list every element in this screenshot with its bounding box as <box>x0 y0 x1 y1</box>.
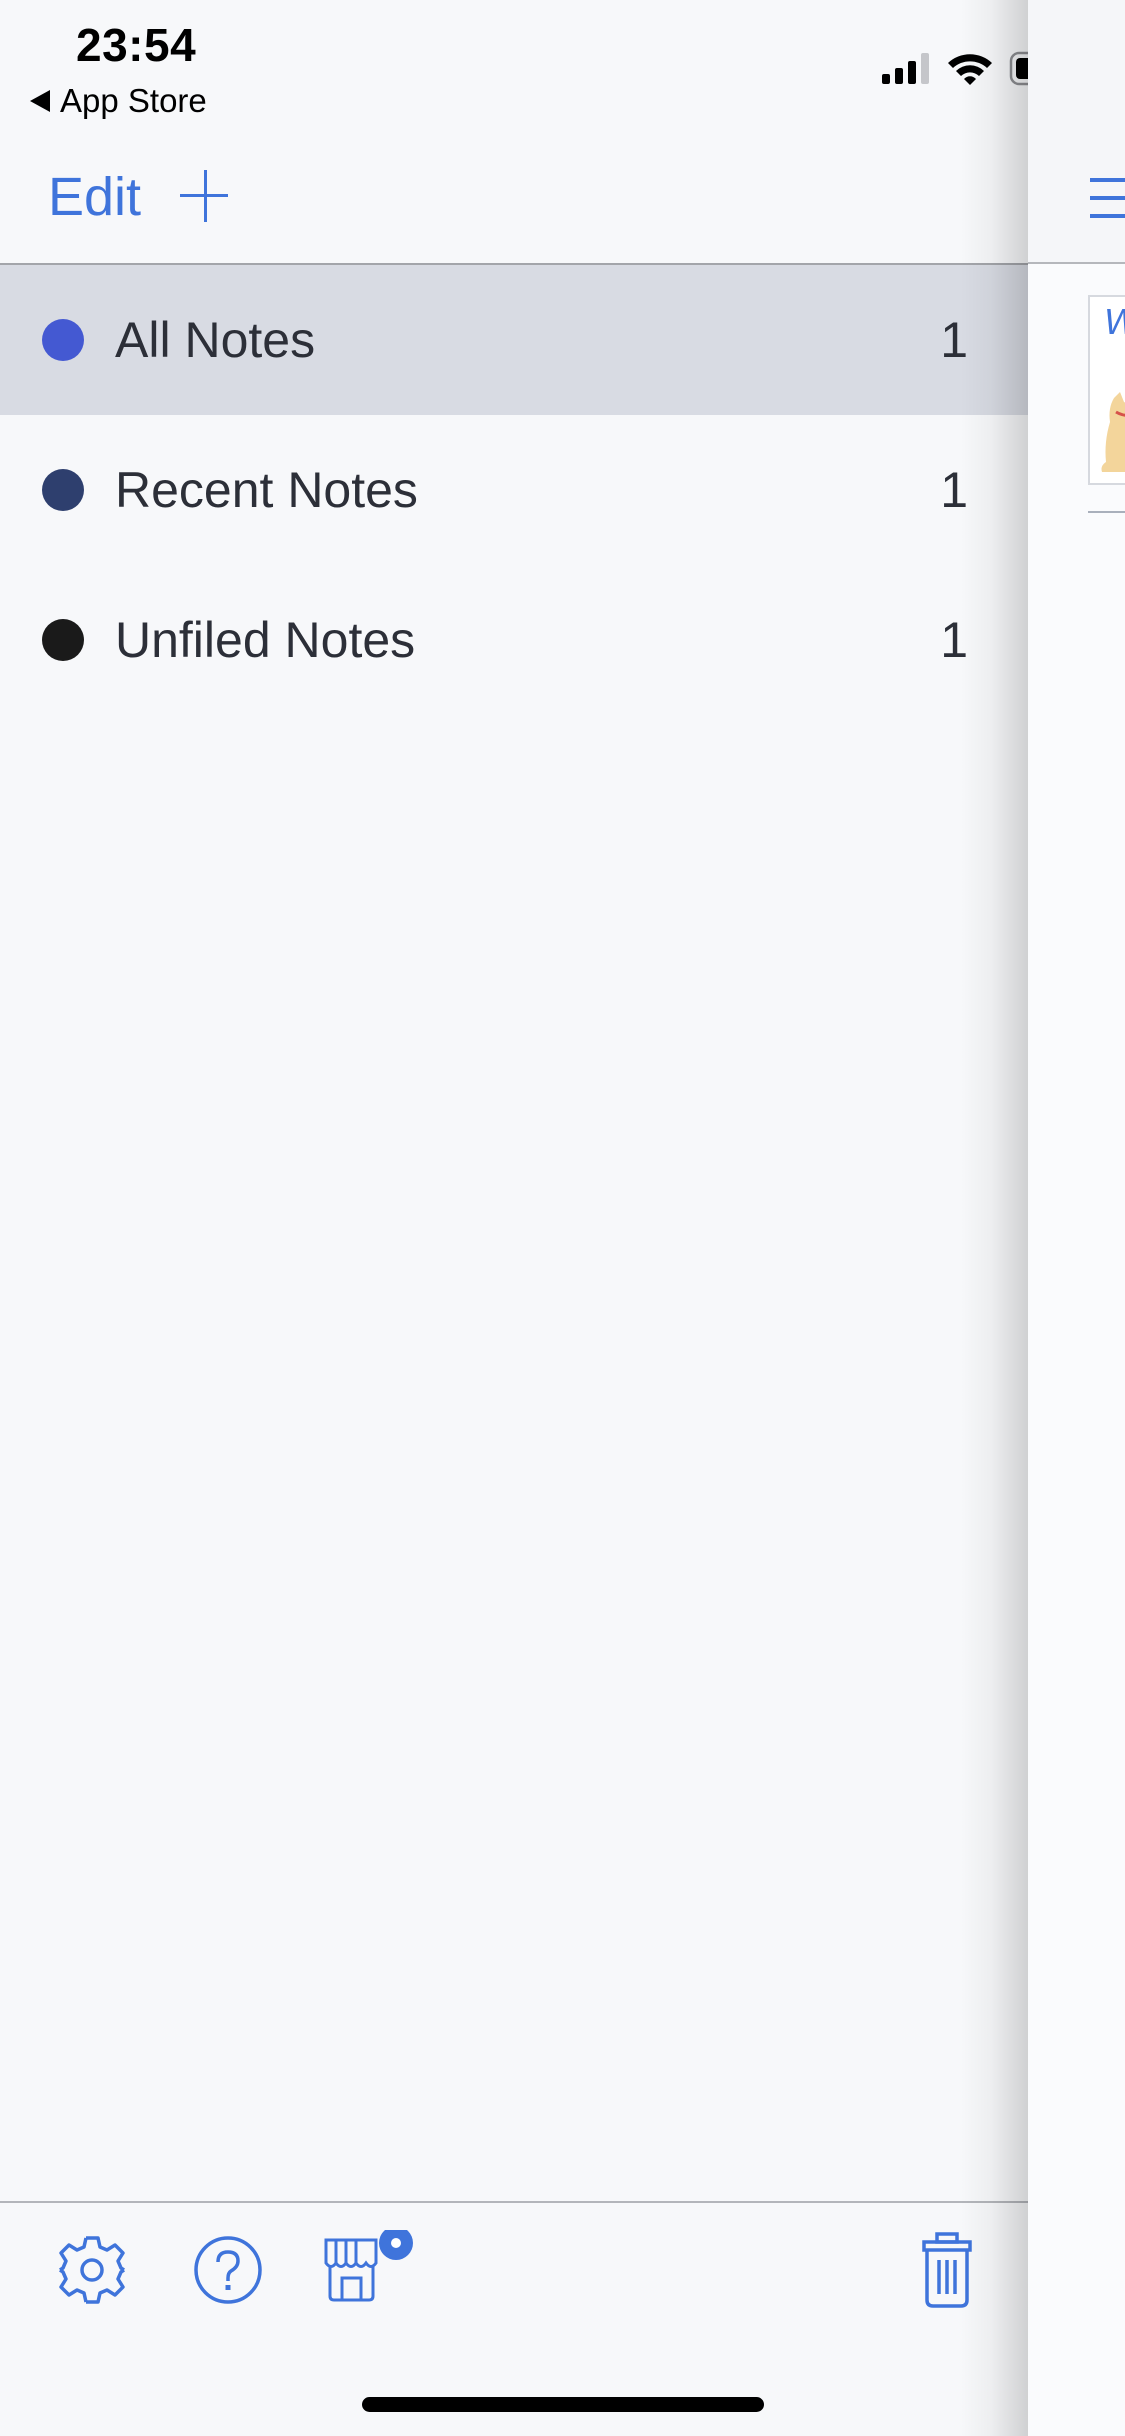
add-notebook-button[interactable] <box>180 170 230 222</box>
back-to-app-store[interactable]: App Store <box>30 82 207 120</box>
menu-icon[interactable] <box>1090 176 1125 218</box>
notebook-label: Unfiled Notes <box>115 612 416 668</box>
back-app-label: App Store <box>60 82 207 119</box>
trash-icon[interactable] <box>912 2230 982 2310</box>
note-thumbnail[interactable]: W <box>1088 295 1125 485</box>
dog-illustration-icon <box>1101 392 1125 472</box>
notebook-list: All Notes 1 Recent Notes 1 Unfiled Notes… <box>0 265 1028 715</box>
notebooks-panel: 23:54 App Store Edit All Notes 1 Recent … <box>0 0 1077 2436</box>
notebook-label: All Notes <box>115 312 316 368</box>
edit-button[interactable]: Edit <box>48 166 141 228</box>
notebook-count: 1 <box>940 462 968 518</box>
notebook-color-dot <box>42 619 84 661</box>
store-icon[interactable] <box>320 2230 420 2310</box>
wifi-icon <box>948 54 992 85</box>
notebook-color-dot <box>42 319 84 361</box>
notes-header <box>1028 0 1125 264</box>
notebook-count: 1 <box>940 612 968 668</box>
store-badge <box>379 2230 413 2260</box>
note-thumbnail-title: W <box>1104 301 1125 343</box>
note-separator <box>1088 511 1125 513</box>
notebook-row-unfiled-notes[interactable]: Unfiled Notes 1 <box>0 565 1028 715</box>
notebook-color-dot <box>42 469 84 511</box>
notebook-row-all-notes[interactable]: All Notes 1 <box>0 265 1028 415</box>
signal-icon <box>882 53 929 84</box>
home-indicator[interactable] <box>362 2397 764 2412</box>
help-icon[interactable] <box>188 2230 268 2310</box>
status-time: 23:54 <box>76 19 197 71</box>
notebook-row-recent-notes[interactable]: Recent Notes 1 <box>0 415 1028 565</box>
notes-panel: W <box>1028 0 1125 2436</box>
back-triangle-icon <box>30 90 50 112</box>
toolbar-divider <box>0 2201 1028 2203</box>
notebook-label: Recent Notes <box>115 462 418 518</box>
gear-icon[interactable] <box>52 2230 132 2310</box>
notebook-count: 1 <box>940 312 968 368</box>
